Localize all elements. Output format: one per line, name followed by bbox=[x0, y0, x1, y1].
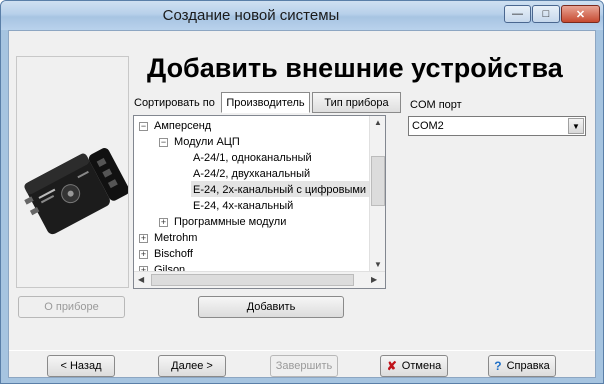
tree-node-label: Амперсенд bbox=[154, 120, 212, 132]
tree-node-a24-1[interactable]: А-24/1, одноканальный bbox=[193, 150, 312, 166]
next-button[interactable]: Далее > bbox=[158, 355, 226, 377]
tree-node-bischoff[interactable]: + Bischoff bbox=[139, 246, 193, 262]
scroll-down-icon[interactable]: ▼ bbox=[374, 260, 382, 269]
page-heading: Добавить внешние устройства bbox=[147, 53, 563, 83]
tree-node-adc-modules[interactable]: − Модули АЦП bbox=[159, 134, 240, 150]
vertical-scroll-thumb[interactable] bbox=[371, 156, 385, 206]
tree-node-label: Модули АЦП bbox=[174, 136, 240, 148]
com-port-label: COM порт bbox=[410, 99, 462, 111]
collapse-icon[interactable]: − bbox=[139, 121, 148, 131]
tree-vertical-scrollbar[interactable]: ▲ ▼ bbox=[369, 116, 385, 271]
cancel-button[interactable]: ✘ Отмена bbox=[380, 355, 448, 377]
tree-horizontal-scrollbar[interactable]: ◀ ▶ bbox=[134, 271, 385, 288]
help-button[interactable]: ? Справка bbox=[488, 355, 556, 377]
window-title: Создание новой системы bbox=[162, 7, 340, 24]
expand-icon[interactable]: + bbox=[139, 233, 148, 243]
tree-node-software-modules[interactable]: + Программные модули bbox=[159, 214, 286, 230]
expand-icon[interactable]: + bbox=[159, 217, 168, 227]
add-device-button[interactable]: Добавить bbox=[198, 296, 344, 318]
tree-node-e24-4ch[interactable]: Е-24, 4х-канальный bbox=[193, 198, 293, 214]
cancel-x-icon: ✘ bbox=[386, 359, 397, 373]
com-port-select[interactable]: COM2 ▼ bbox=[408, 116, 586, 136]
help-label: Справка bbox=[506, 360, 550, 372]
device-tree[interactable]: − Амперсенд − Модули АЦП А-24/1, однокан… bbox=[133, 115, 386, 289]
tree-node-a24-2[interactable]: А-24/2, двухканальный bbox=[193, 166, 310, 182]
help-question-icon: ? bbox=[494, 359, 502, 373]
about-device-button[interactable]: О приборе bbox=[18, 296, 125, 318]
cancel-label: Отмена bbox=[401, 360, 442, 372]
tree-node-label: Bischoff bbox=[154, 248, 193, 260]
tree-node-ampersend[interactable]: − Амперсенд bbox=[139, 118, 211, 134]
scroll-right-icon[interactable]: ▶ bbox=[371, 275, 377, 284]
expand-icon[interactable]: + bbox=[139, 249, 148, 259]
minimize-button[interactable]: — bbox=[504, 5, 531, 23]
title-bar[interactable]: Создание новой системы — □ ✕ bbox=[1, 1, 603, 30]
finish-button[interactable]: Завершить bbox=[270, 355, 338, 377]
scroll-left-icon[interactable]: ◀ bbox=[138, 275, 144, 284]
horizontal-scroll-thumb[interactable] bbox=[151, 274, 354, 286]
collapse-icon[interactable]: − bbox=[159, 137, 168, 147]
close-button[interactable]: ✕ bbox=[561, 5, 600, 23]
maximize-button[interactable]: □ bbox=[532, 5, 560, 23]
footer-divider bbox=[9, 350, 595, 351]
sort-label: Сортировать по bbox=[134, 97, 215, 109]
tree-node-label: А-24/2, двухканальный bbox=[193, 168, 311, 180]
back-button[interactable]: < Назад bbox=[47, 355, 115, 377]
tree-node-label: А-24/1, одноканальный bbox=[193, 152, 312, 164]
minimize-icon: — bbox=[512, 8, 523, 20]
dialog-window: Создание новой системы — □ ✕ Добавить вн… bbox=[0, 0, 604, 384]
tree-node-label: Е-24, 4х-канальный bbox=[193, 200, 294, 212]
device-image-panel bbox=[16, 56, 130, 288]
tab-device-type[interactable]: Тип прибора bbox=[312, 92, 401, 113]
chevron-down-icon[interactable]: ▼ bbox=[568, 118, 584, 134]
tree-node-label: Е-24, 2х-канальный с цифровыми ли bbox=[193, 184, 382, 196]
scroll-up-icon[interactable]: ▲ bbox=[374, 118, 382, 127]
tab-manufacturer[interactable]: Производитель bbox=[221, 92, 310, 113]
tree-node-e24-2ch[interactable]: Е-24, 2х-канальный с цифровыми ли bbox=[193, 182, 382, 198]
tree-node-label: Программные модули bbox=[174, 216, 287, 228]
tree-node-metrohm[interactable]: + Metrohm bbox=[139, 230, 197, 246]
close-icon: ✕ bbox=[575, 8, 586, 21]
com-port-value: COM2 bbox=[412, 120, 444, 132]
device-photo bbox=[24, 147, 130, 235]
maximize-icon: □ bbox=[542, 8, 550, 20]
tree-node-label: Metrohm bbox=[154, 232, 198, 244]
